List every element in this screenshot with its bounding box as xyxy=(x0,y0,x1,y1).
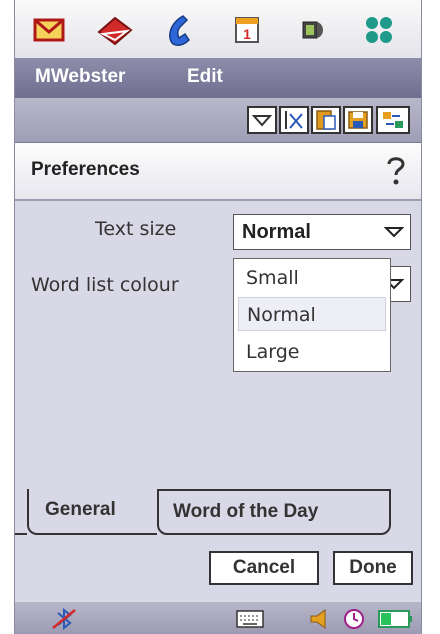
text-size-select[interactable]: Normal xyxy=(233,214,411,250)
battery-icon[interactable] xyxy=(375,608,415,630)
dropdown-option-normal[interactable]: Normal xyxy=(238,297,386,331)
calendar-icon[interactable]: 1 xyxy=(227,10,267,50)
done-button[interactable]: Done xyxy=(333,551,413,585)
menu-bar: MWebster Edit xyxy=(15,58,421,98)
word-list-colour-label: Word list colour xyxy=(31,274,179,296)
toolbar xyxy=(15,98,421,143)
cancel-button[interactable]: Cancel xyxy=(209,551,319,585)
dropdown-option-small[interactable]: Small xyxy=(238,261,386,295)
text-size-value: Normal xyxy=(242,221,311,243)
title-bar: Preferences xyxy=(15,143,421,201)
text-size-label: Text size xyxy=(95,218,177,240)
paste-button[interactable] xyxy=(311,106,341,134)
menu-app-name[interactable]: MWebster xyxy=(35,66,125,88)
chevron-down-icon xyxy=(384,227,404,238)
clock-icon[interactable] xyxy=(341,606,367,632)
dropdown-arrow-icon xyxy=(251,115,273,127)
tab-baseline xyxy=(15,533,27,535)
page-title: Preferences xyxy=(31,159,140,180)
phone-icon[interactable] xyxy=(161,10,201,50)
options-icon xyxy=(383,112,403,128)
tab-general[interactable]: General xyxy=(27,489,157,535)
dropdown-option-large[interactable]: Large xyxy=(238,335,386,369)
menu-edit[interactable]: Edit xyxy=(187,66,223,88)
tab-word-of-the-day[interactable]: Word of the Day xyxy=(157,489,391,535)
paste-icon xyxy=(316,110,336,130)
clear-text-button[interactable] xyxy=(279,106,309,134)
text-size-dropdown-list: Small Normal Large xyxy=(233,258,391,372)
svg-text:1: 1 xyxy=(243,26,251,42)
volume-icon[interactable] xyxy=(307,607,331,631)
phone-screen: 1 MWebster Edit Preferences Text size No… xyxy=(14,0,422,634)
dropdown-arrow-button[interactable] xyxy=(247,106,277,134)
dictionary-book-icon[interactable] xyxy=(95,10,135,50)
bluetooth-off-icon[interactable] xyxy=(49,606,79,632)
options-button[interactable] xyxy=(376,106,410,134)
apps-grid-icon[interactable] xyxy=(359,10,399,50)
save-icon xyxy=(348,111,368,129)
media-player-icon[interactable] xyxy=(293,10,333,50)
save-button[interactable] xyxy=(343,106,373,134)
help-icon[interactable] xyxy=(383,155,409,187)
messages-icon[interactable] xyxy=(29,10,69,50)
keyboard-icon[interactable] xyxy=(235,608,265,630)
clear-text-icon xyxy=(285,111,303,129)
app-launcher-bar: 1 xyxy=(15,0,421,58)
status-bar xyxy=(15,602,421,634)
